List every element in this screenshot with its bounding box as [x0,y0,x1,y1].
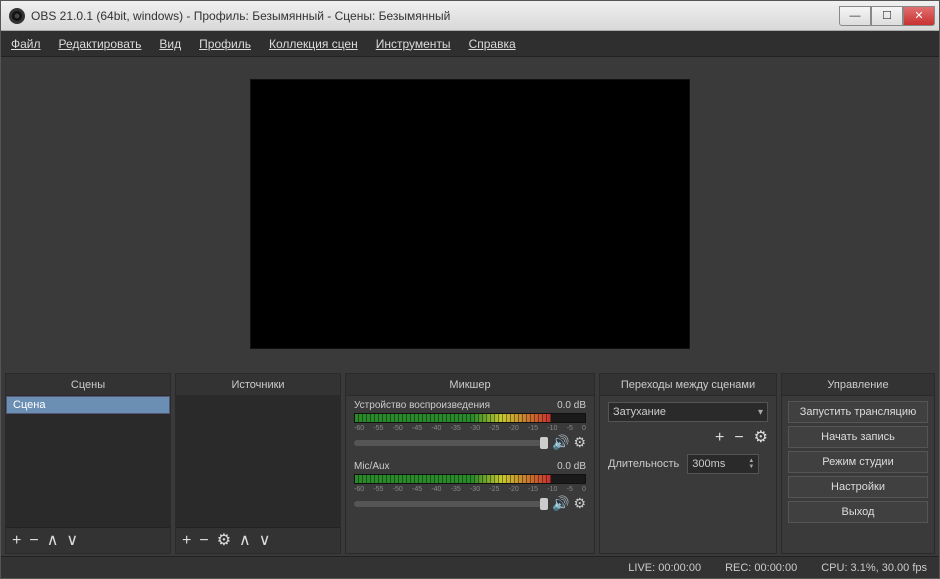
settings-button[interactable]: Настройки [788,476,928,498]
gear-icon[interactable]: ⚙ [573,495,586,512]
menu-file[interactable]: Файл [11,37,41,51]
menu-scene-collection[interactable]: Коллекция сцен [269,37,358,51]
mixer-channel-name: Устройство воспроизведения [354,400,490,411]
mixer-body: Устройство воспроизведения 0.0 dB -60-55… [346,396,594,553]
duration-label: Длительность [608,458,679,470]
scenes-header: Сцены [6,374,170,396]
add-transition-button[interactable]: + [715,430,724,446]
chevron-down-icon: ▾ [758,407,763,418]
duration-input[interactable]: 300ms ▲▼ [687,454,759,474]
window-title: OBS 21.0.1 (64bit, windows) - Профиль: Б… [31,9,839,23]
status-cpu: CPU: 3.1%, 30.00 fps [821,562,927,574]
menubar: Файл Редактировать Вид Профиль Коллекция… [1,31,939,57]
scene-item[interactable]: Сцена [6,396,170,414]
sources-panel: Источники + − ⚙ ∧ ∨ [175,373,341,554]
scenes-toolbar: + − ∧ ∨ [6,527,170,553]
mixer-header: Микшер [346,374,594,396]
close-button[interactable]: ✕ [903,6,935,26]
mixer-channel-db: 0.0 dB [557,400,586,411]
add-source-button[interactable]: + [182,533,191,549]
move-scene-down-button[interactable]: ∨ [66,533,78,549]
menu-profile[interactable]: Профиль [199,37,251,51]
sources-toolbar: + − ⚙ ∧ ∨ [176,527,340,553]
app-window: OBS 21.0.1 (64bit, windows) - Профиль: Б… [0,0,940,579]
studio-mode-button[interactable]: Режим студии [788,451,928,473]
move-source-up-button[interactable]: ∧ [239,533,251,549]
mixer-panel: Микшер Устройство воспроизведения 0.0 dB… [345,373,595,554]
menu-view[interactable]: Вид [159,37,181,51]
statusbar: LIVE: 00:00:00 REC: 00:00:00 CPU: 3.1%, … [1,556,939,578]
bottom-panels: Сцены Сцена + − ∧ ∨ Источники + − ⚙ ∧ ∨ [1,371,939,556]
remove-transition-button[interactable]: − [734,430,743,446]
speaker-icon[interactable]: 🔊 [552,434,569,451]
transitions-body: Затухание ▾ + − ⚙ Длительность 300ms ▲▼ [600,396,776,480]
maximize-button[interactable]: ☐ [871,6,903,26]
mixer-channel-desktop: Устройство воспроизведения 0.0 dB -60-55… [346,396,594,457]
volume-slider[interactable] [354,440,548,446]
mixer-channel-name: Mic/Aux [354,461,390,472]
mixer-channel-db: 0.0 dB [557,461,586,472]
scenes-list[interactable]: Сцена [6,396,170,527]
status-rec: REC: 00:00:00 [725,562,797,574]
window-controls: — ☐ ✕ [839,6,935,26]
app-icon [9,8,25,24]
start-streaming-button[interactable]: Запустить трансляцию [788,401,928,423]
vu-meter [354,413,586,423]
menu-tools[interactable]: Инструменты [376,37,451,51]
titlebar: OBS 21.0.1 (64bit, windows) - Профиль: Б… [1,1,939,31]
controls-header: Управление [782,374,934,396]
remove-scene-button[interactable]: − [29,533,38,549]
gear-icon[interactable]: ⚙ [573,434,586,451]
transitions-panel: Переходы между сценами Затухание ▾ + − ⚙… [599,373,777,554]
move-source-down-button[interactable]: ∨ [259,533,271,549]
vu-ticks: -60-55-50-45-40-35-30-25-20-15-10-50 [354,486,586,493]
speaker-icon[interactable]: 🔊 [552,495,569,512]
volume-slider[interactable] [354,501,548,507]
exit-button[interactable]: Выход [788,501,928,523]
vu-meter [354,474,586,484]
mixer-channel-mic: Mic/Aux 0.0 dB -60-55-50-45-40-35-30-25-… [346,457,594,518]
menu-help[interactable]: Справка [469,37,516,51]
source-settings-button[interactable]: ⚙ [217,533,231,549]
sources-list[interactable] [176,396,340,527]
minimize-button[interactable]: — [839,6,871,26]
transition-select[interactable]: Затухание ▾ [608,402,768,422]
add-scene-button[interactable]: + [12,533,21,549]
sources-header: Источники [176,374,340,396]
transitions-header: Переходы между сценами [600,374,776,396]
controls-panel: Управление Запустить трансляцию Начать з… [781,373,935,554]
remove-source-button[interactable]: − [199,533,208,549]
status-live: LIVE: 00:00:00 [628,562,701,574]
transition-settings-button[interactable]: ⚙ [754,430,768,446]
spinner-icon[interactable]: ▲▼ [748,458,754,470]
preview-area [1,57,939,371]
start-recording-button[interactable]: Начать запись [788,426,928,448]
vu-ticks: -60-55-50-45-40-35-30-25-20-15-10-50 [354,425,586,432]
preview-canvas[interactable] [250,79,690,349]
menu-edit[interactable]: Редактировать [59,37,142,51]
move-scene-up-button[interactable]: ∧ [47,533,59,549]
controls-body: Запустить трансляцию Начать запись Режим… [782,396,934,553]
scenes-panel: Сцены Сцена + − ∧ ∨ [5,373,171,554]
